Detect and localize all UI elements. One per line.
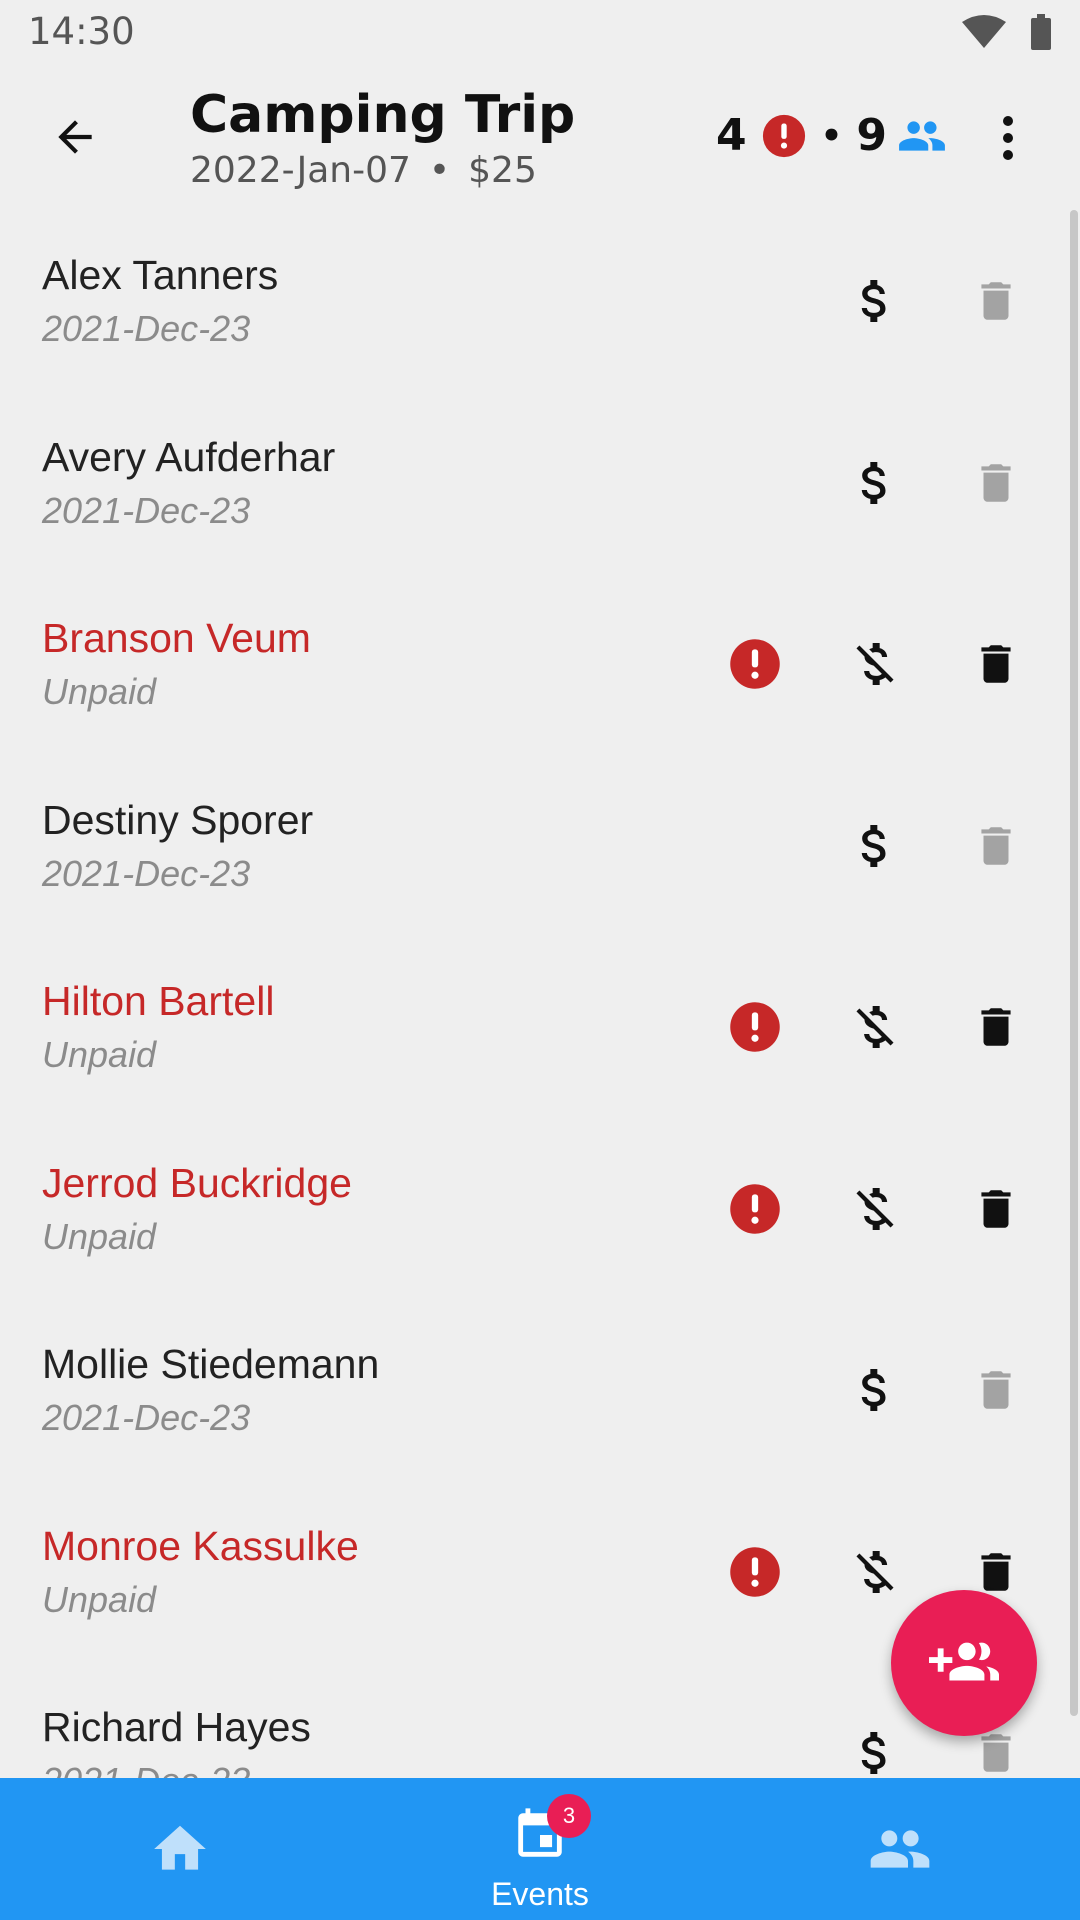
- bottom-navigation: 3 Events: [0, 1778, 1080, 1920]
- payment-date: 2021-Dec-23: [42, 852, 251, 894]
- summary-separator: •: [820, 115, 843, 156]
- attendee-name: Monroe Kassulke: [42, 1522, 359, 1569]
- dollar-icon[interactable]: [844, 1722, 906, 1778]
- status-time: 14:30: [28, 10, 135, 53]
- status-icons: [960, 14, 1052, 50]
- attendee-list[interactable]: Alex Tanners 2021-Dec-23 Avery Aufderhar 20…: [0, 200, 1060, 1778]
- dollar-icon[interactable]: [844, 270, 906, 332]
- unpaid-count: 4: [716, 110, 747, 161]
- dollar-icon[interactable]: [844, 815, 906, 877]
- payment-date: 2021-Dec-23: [42, 1397, 251, 1438]
- attendee-name: Jerrod Buckridge: [42, 1159, 352, 1206]
- attendee-name: Mollie Stiedemann: [42, 1341, 380, 1387]
- list-item[interactable]: Destiny Sporer 2021-Dec-23: [0, 745, 1060, 927]
- money-off-icon[interactable]: [844, 996, 906, 1058]
- delete-icon: [968, 817, 1024, 875]
- delete-icon: [968, 454, 1024, 512]
- delete-icon[interactable]: [968, 635, 1024, 693]
- payment-status: Unpaid: [42, 1215, 157, 1257]
- status-bar: 14:30: [0, 0, 1080, 64]
- nav-events-label: Events: [491, 1876, 589, 1912]
- more-vert-icon: [1003, 116, 1013, 160]
- nav-events[interactable]: 3 Events: [360, 1778, 720, 1920]
- payment-status: Unpaid: [42, 1578, 157, 1620]
- payment-status: Unpaid: [42, 1034, 157, 1075]
- title-block: Camping Trip 2022-Jan-07 • $25: [190, 84, 575, 191]
- subtitle-separator: •: [428, 150, 451, 191]
- add-attendee-button[interactable]: [891, 1590, 1037, 1736]
- attendee-name: Richard Hayes: [42, 1704, 311, 1750]
- payment-status: Unpaid: [42, 671, 157, 712]
- payment-date: 2021-Dec-23: [42, 489, 251, 531]
- attendee-name: Branson Veum: [42, 615, 311, 661]
- scrollbar[interactable]: [1070, 210, 1078, 1716]
- money-off-icon[interactable]: [844, 1178, 906, 1240]
- list-item[interactable]: Hilton Bartell Unpaid: [0, 926, 1060, 1108]
- list-item[interactable]: Avery Aufderhar 2021-Dec-23: [0, 382, 1060, 564]
- alert-icon: [728, 1545, 782, 1599]
- delete-icon[interactable]: [968, 998, 1024, 1056]
- wifi-icon: [962, 15, 1006, 48]
- delete-icon[interactable]: [968, 1180, 1024, 1238]
- people-icon: [870, 1830, 930, 1868]
- app-bar: Camping Trip 2022-Jan-07 • $25 4 • 9: [0, 64, 1080, 204]
- payment-date: 2021-Dec-23: [42, 1760, 250, 1778]
- group-add-icon: [929, 1642, 999, 1681]
- attendee-name: Destiny Sporer: [42, 796, 314, 843]
- member-count: 9: [856, 110, 887, 161]
- battery-icon: [1031, 14, 1051, 50]
- event-price: $25: [468, 150, 537, 191]
- money-off-icon[interactable]: [844, 1541, 906, 1603]
- attendance-summary: 4 • 9: [716, 110, 947, 161]
- alert-icon: [762, 114, 805, 157]
- dollar-icon[interactable]: [844, 452, 906, 514]
- alert-icon: [728, 637, 782, 691]
- nav-people[interactable]: [720, 1778, 1080, 1920]
- page-title: Camping Trip: [190, 85, 576, 145]
- events-badge: 3: [547, 1794, 591, 1838]
- list-item[interactable]: Branson Veum Unpaid: [0, 563, 1060, 745]
- dollar-icon[interactable]: [844, 1359, 906, 1421]
- alert-icon: [728, 1000, 782, 1054]
- overflow-menu-button[interactable]: [978, 108, 1038, 168]
- event-subtitle: 2022-Jan-07 • $25: [190, 150, 575, 191]
- attendee-name: Avery Aufderhar: [42, 433, 336, 480]
- attendee-name: Hilton Bartell: [42, 978, 275, 1024]
- event-date: 2022-Jan-07: [190, 150, 411, 191]
- alert-icon: [728, 1182, 782, 1236]
- list-item[interactable]: Mollie Stiedemann 2021-Dec-23: [0, 1289, 1060, 1471]
- home-icon: [154, 1825, 206, 1870]
- attendee-name: Alex Tanners: [42, 252, 279, 298]
- money-off-icon[interactable]: [844, 633, 906, 695]
- back-button[interactable]: [40, 102, 110, 172]
- arrow-back-icon: [58, 120, 92, 154]
- nav-home[interactable]: [0, 1778, 360, 1920]
- people-icon: [899, 120, 945, 151]
- delete-icon: [968, 1361, 1024, 1419]
- list-item[interactable]: Jerrod Buckridge Unpaid: [0, 1108, 1060, 1290]
- payment-date: 2021-Dec-23: [42, 308, 251, 349]
- delete-icon: [968, 272, 1024, 330]
- list-item[interactable]: Alex Tanners 2021-Dec-23: [0, 200, 1060, 382]
